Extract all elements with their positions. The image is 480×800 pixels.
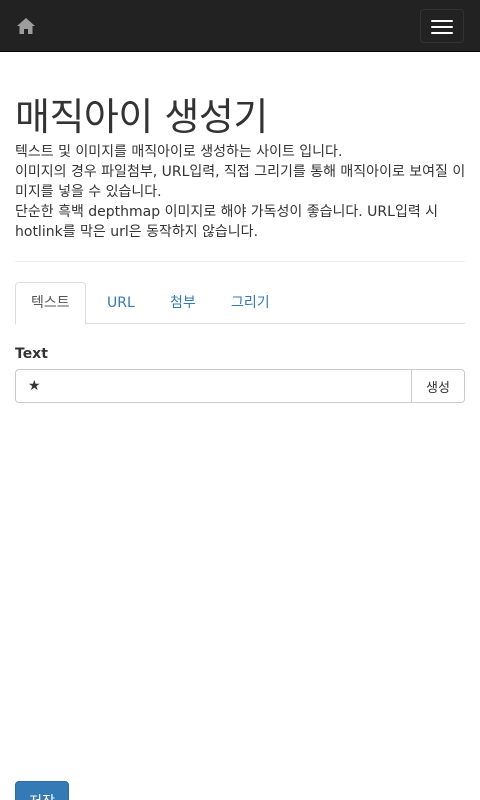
description-line: 텍스트 및 이미지를 매직아이로 생성하는 사이트 입니다. xyxy=(15,144,343,160)
page-title: 매직아이 생성기 xyxy=(15,95,268,139)
divider xyxy=(15,261,465,262)
tab-text[interactable]: 텍스트 xyxy=(15,282,86,325)
text-input-group: 생성 xyxy=(15,369,465,403)
top-navbar xyxy=(0,0,480,52)
description-line: 이미지의 경우 파일첨부, URL입력, 직접 그리기를 통해 매직아이로 보여… xyxy=(15,164,466,200)
input-mode-tabs: 텍스트 URL 첨부 그리기 xyxy=(15,282,465,325)
tab-draw[interactable]: 그리기 xyxy=(216,282,285,324)
generate-button[interactable]: 생성 xyxy=(411,369,465,403)
page-description: 텍스트 및 이미지를 매직아이로 생성하는 사이트 입니다. 이미지의 경우 파… xyxy=(15,142,467,242)
home-icon xyxy=(17,18,35,34)
save-button[interactable]: 저장 xyxy=(15,781,69,800)
navbar-toggle-button[interactable] xyxy=(420,9,464,43)
text-field-label: Text xyxy=(15,346,48,362)
tab-attach[interactable]: 첨부 xyxy=(155,282,211,324)
tab-url[interactable]: URL xyxy=(92,282,150,324)
home-button[interactable] xyxy=(10,11,42,41)
text-input[interactable] xyxy=(15,369,411,403)
description-line: 단순한 흑백 depthmap 이미지로 해야 가독성이 좋습니다. URL입력… xyxy=(15,204,439,240)
